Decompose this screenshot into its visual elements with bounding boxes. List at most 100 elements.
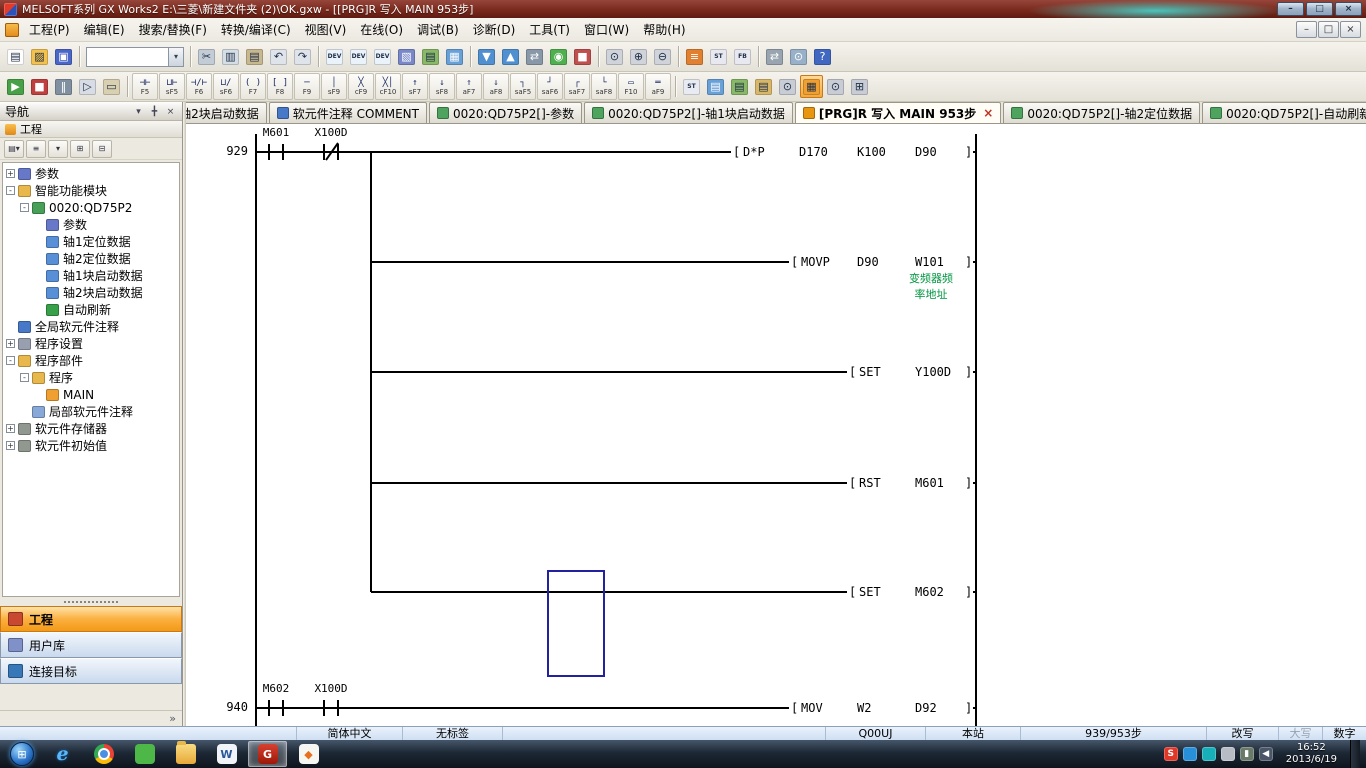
program-select-combo[interactable]: ▾ (86, 47, 184, 67)
contact-no-symbol[interactable] (268, 144, 284, 160)
collapse-icon[interactable]: - (20, 373, 29, 382)
zoom-out-button[interactable]: ⊖ (651, 45, 674, 68)
comment-display-button[interactable]: ▦ (443, 45, 466, 68)
tree-item-0[interactable]: +参数 (3, 165, 179, 182)
expand-icon[interactable]: + (6, 169, 15, 178)
tab-2[interactable]: 0020:QD75P2[]-参数 (429, 102, 582, 123)
expand-icon[interactable]: + (6, 441, 15, 450)
ladder-display-button[interactable]: ≡ (683, 45, 706, 68)
tab-1[interactable]: 软元件注释 COMMENT (269, 102, 427, 123)
ladder-symbol-F7-button[interactable]: ( )F7 (240, 73, 266, 100)
tree-item-16[interactable]: +软元件初始值 (3, 437, 179, 454)
tab-4[interactable]: [PRG]R 写入 MAIN 953步× (795, 102, 1001, 123)
device-comment-button[interactable]: DEV (323, 45, 346, 68)
ladder-symbol-F8-button[interactable]: [ ]F8 (267, 73, 293, 100)
instruction-op[interactable]: SET (859, 364, 881, 380)
monitor-stop-button[interactable]: ■ (571, 45, 594, 68)
verify-with-plc-button[interactable]: ⇄ (523, 45, 546, 68)
redo-button[interactable]: ↷ (291, 45, 314, 68)
ladder-symbol-aF8-button[interactable]: ⇓aF8 (483, 73, 509, 100)
new-project-button[interactable]: ▤ (4, 45, 27, 68)
contact-no-symbol[interactable] (268, 700, 284, 716)
mdi-restore-button[interactable]: □ (1318, 21, 1339, 38)
tree-item-13[interactable]: MAIN (3, 386, 179, 403)
menu-item-1[interactable]: 编辑(E) (77, 19, 132, 41)
menu-item-5[interactable]: 在线(O) (353, 19, 410, 41)
ladder-symbol-sF6-button[interactable]: ⊔∕sF6 (213, 73, 239, 100)
usb-device-icon[interactable] (1221, 747, 1235, 761)
instruction-operand[interactable]: D90 (915, 144, 937, 160)
tree-item-10[interactable]: +程序设置 (3, 335, 179, 352)
paste-button[interactable]: ▤ (243, 45, 266, 68)
tree-item-7[interactable]: 轴2块启动数据 (3, 284, 179, 301)
menu-item-6[interactable]: 调试(B) (410, 19, 466, 41)
monitor-mode-button[interactable]: ▶ (4, 75, 27, 98)
monitor-write-mode-button[interactable]: ■ (28, 75, 51, 98)
menu-item-7[interactable]: 诊断(D) (466, 19, 523, 41)
ladder-symbol-saF5-button[interactable]: ┐saF5 (510, 73, 536, 100)
nav-category-user-library-button[interactable]: 用户库 (0, 632, 182, 658)
instruction-op[interactable]: D*P (743, 144, 765, 160)
taskbar-clock[interactable]: 16:52 2013/6/19 (1278, 742, 1345, 766)
edit-note-button[interactable]: ▤ (752, 75, 775, 98)
save-project-button[interactable]: ▣ (52, 45, 75, 68)
nav-close-icon[interactable]: × (164, 105, 177, 118)
copy-button[interactable]: ▥ (219, 45, 242, 68)
monitor-start-button[interactable]: ◉ (547, 45, 570, 68)
cut-button[interactable]: ✂ (195, 45, 218, 68)
volume-icon[interactable]: ◀ (1259, 747, 1273, 761)
cross-reference-button[interactable]: ⇄ (763, 45, 786, 68)
ladder-symbol-sF7-button[interactable]: ↑sF7 (402, 73, 428, 100)
instruction-operand[interactable]: W2 (857, 700, 871, 716)
edit-statement-button[interactable]: ▤ (728, 75, 751, 98)
ladder-symbol-cF9-button[interactable]: ╳cF9 (348, 73, 374, 100)
menu-item-2[interactable]: 搜索/替换(F) (132, 19, 214, 41)
mdi-minimize-button[interactable]: – (1296, 21, 1317, 38)
contact-nc-symbol[interactable] (323, 144, 339, 160)
tree-item-2[interactable]: -0020:QD75P2 (3, 199, 179, 216)
device-initial-button[interactable]: DEV (371, 45, 394, 68)
tree-item-12[interactable]: -程序 (3, 369, 179, 386)
read-from-plc-button[interactable]: ▲ (499, 45, 522, 68)
nav-filter-button[interactable]: ▾ (48, 140, 68, 158)
fb-editor-button[interactable]: FB (731, 45, 754, 68)
ime-sogou-icon[interactable]: S (1164, 747, 1178, 761)
instruction-op[interactable]: RST (859, 475, 881, 491)
nav-menu-icon[interactable]: ▾ (132, 105, 145, 118)
expand-icon[interactable]: + (6, 424, 15, 433)
messenger-icon[interactable] (1183, 747, 1197, 761)
nav-display-setting-button[interactable]: ▤▾ (4, 140, 24, 158)
tab-close-icon[interactable]: × (983, 106, 993, 120)
instruction-operand[interactable]: W101 (915, 254, 944, 270)
ladder-symbol-aF7-button[interactable]: ⇑aF7 (456, 73, 482, 100)
tree-item-14[interactable]: 局部软元件注释 (3, 403, 179, 420)
windows-explorer-taskbar-button[interactable] (166, 741, 205, 767)
instruction-operand[interactable]: M601 (915, 475, 944, 491)
ladder-symbol-F6-button[interactable]: ⊣∕⊢F6 (186, 73, 212, 100)
edit-cursor[interactable] (547, 570, 605, 677)
ladder-symbol-aF9-button[interactable]: ═aF9 (645, 73, 671, 100)
ladder-canvas[interactable]: 929[D*PD170K100D90][MOVPD90W101]变频器频率地址[… (186, 124, 1366, 726)
tab-3[interactable]: 0020:QD75P2[]-轴1块启动数据 (584, 102, 793, 123)
chrome-taskbar-button[interactable] (84, 741, 123, 767)
zoom-select-button[interactable]: ⊞ (848, 75, 871, 98)
nav-pin-icon[interactable]: ╋ (148, 105, 161, 118)
close-button[interactable]: × (1335, 2, 1362, 16)
combo-dropdown-icon[interactable]: ▾ (168, 48, 183, 66)
start-button[interactable] (10, 742, 34, 766)
edit-comment-button[interactable]: ▤ (704, 75, 727, 98)
instruction-op[interactable]: MOVP (801, 254, 830, 270)
tree-item-3[interactable]: 参数 (3, 216, 179, 233)
undo-button[interactable]: ↶ (267, 45, 290, 68)
nav-splitter-grip[interactable] (0, 597, 182, 606)
open-project-button[interactable]: ▨ (28, 45, 51, 68)
shield-icon[interactable] (1202, 747, 1216, 761)
write-mode-button[interactable]: ▭ (100, 75, 123, 98)
minimize-button[interactable]: – (1277, 2, 1304, 16)
tab-0[interactable]: 0020:QD75P2[]-轴2块启动数据 (186, 102, 267, 123)
instruction-op[interactable]: MOV (801, 700, 823, 716)
device-test-button[interactable]: ⊙ (776, 75, 799, 98)
inline-st-button[interactable]: ST (680, 75, 703, 98)
menu-item-4[interactable]: 视图(V) (298, 19, 354, 41)
tree-item-15[interactable]: +软元件存储器 (3, 420, 179, 437)
